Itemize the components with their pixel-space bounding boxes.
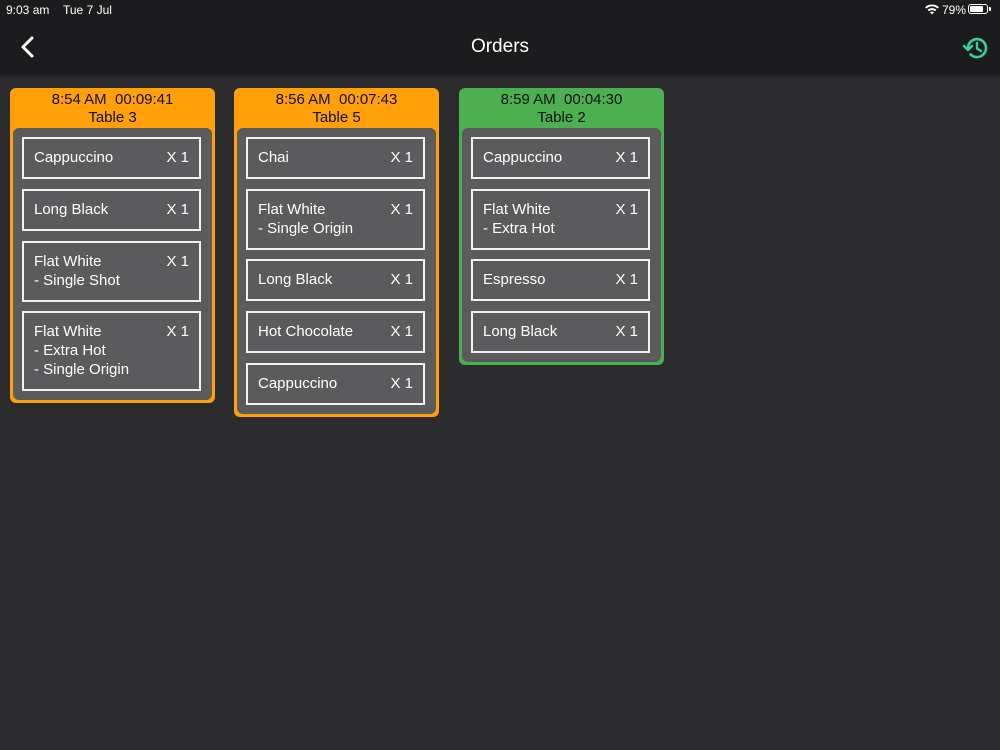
status-date: Tue 7 Jul — [63, 3, 112, 17]
item-quantity: X 1 — [166, 201, 189, 218]
order-item[interactable]: Long Black X 1 — [471, 311, 650, 353]
order-items: Cappuccino X 1 Long Black X 1 Flat White - S… — [13, 128, 212, 400]
order-item[interactable]: Flat White - Single Shot X 1 — [22, 241, 201, 302]
order-item[interactable]: Chai X 1 — [246, 137, 425, 179]
item-name: Long Black — [483, 323, 558, 340]
item-name: Flat White - Extra Hot — [483, 201, 555, 237]
status-bar: 9:03 am Tue 7 Jul 79% — [0, 0, 1000, 20]
battery-icon — [968, 4, 991, 14]
item-name: Chai — [258, 149, 289, 166]
order-item[interactable]: Cappuccino X 1 — [471, 137, 650, 179]
item-name: Flat White - Single Origin — [258, 201, 354, 237]
order-header: 8:56 AM 00:07:43 Table 5 — [234, 88, 439, 128]
item-name: Flat White - Single Shot — [34, 253, 120, 289]
battery-percent: 79% — [942, 3, 967, 17]
item-quantity: X 1 — [166, 323, 189, 340]
item-name: Hot Chocolate — [258, 323, 354, 340]
order-item[interactable]: Long Black X 1 — [246, 259, 425, 301]
order-card[interactable]: 8:59 AM 00:04:30 Table 2 Cappuccino X 1 Flat… — [459, 88, 664, 365]
item-name: Long Black — [34, 201, 109, 218]
order-time: 8:54 AM 00:09:41 — [51, 91, 174, 108]
history-icon[interactable] — [962, 34, 990, 62]
order-time: 8:59 AM 00:04:30 — [500, 91, 623, 108]
item-name: Cappuccino — [483, 149, 563, 166]
item-name: Long Black — [258, 271, 333, 288]
order-item[interactable]: Hot Chocolate X 1 — [246, 311, 425, 353]
item-quantity: X 1 — [615, 271, 638, 288]
order-item[interactable]: Long Black X 1 — [22, 189, 201, 231]
order-item[interactable]: Cappuccino X 1 — [246, 363, 425, 405]
nav-bar: Orders — [0, 20, 1000, 74]
status-time: 9:03 am — [6, 3, 50, 17]
page-title: Orders — [470, 36, 530, 57]
item-quantity: X 1 — [390, 271, 413, 288]
order-items: Chai X 1 Flat White - Single Origin X 1 Long… — [237, 128, 436, 414]
item-name: Espresso — [483, 271, 546, 288]
order-items: Cappuccino X 1 Flat White - Extra Hot X 1 Es… — [462, 128, 661, 362]
order-card[interactable]: 8:56 AM 00:07:43 Table 5 Chai X 1 Flat White… — [234, 88, 439, 417]
order-table: Table 3 — [88, 109, 137, 126]
item-quantity: X 1 — [390, 149, 413, 166]
item-quantity: X 1 — [166, 253, 189, 270]
item-quantity: X 1 — [615, 149, 638, 166]
order-item[interactable]: Espresso X 1 — [471, 259, 650, 301]
item-name: Flat White - Extra Hot - Single Origin — [34, 323, 130, 378]
order-table: Table 2 — [537, 109, 586, 126]
order-card[interactable]: 8:54 AM 00:09:41 Table 3 Cappuccino X 1 Long… — [10, 88, 215, 403]
item-quantity: X 1 — [390, 323, 413, 340]
item-quantity: X 1 — [615, 323, 638, 340]
order-table: Table 5 — [312, 109, 361, 126]
item-name: Cappuccino — [34, 149, 114, 166]
order-header: 8:59 AM 00:04:30 Table 2 — [459, 88, 664, 128]
order-item[interactable]: Flat White - Extra Hot - Single Origin X … — [22, 311, 201, 391]
order-header: 8:54 AM 00:09:41 Table 3 — [10, 88, 215, 128]
item-quantity: X 1 — [166, 149, 189, 166]
item-quantity: X 1 — [390, 201, 413, 218]
item-quantity: X 1 — [615, 201, 638, 218]
order-time: 8:56 AM 00:07:43 — [275, 91, 398, 108]
item-name: Cappuccino — [258, 375, 338, 392]
order-item[interactable]: Flat White - Single Origin X 1 — [246, 189, 425, 250]
order-item[interactable]: Cappuccino X 1 — [22, 137, 201, 179]
wifi-icon — [925, 4, 939, 15]
item-quantity: X 1 — [390, 375, 413, 392]
order-item[interactable]: Flat White - Extra Hot X 1 — [471, 189, 650, 250]
